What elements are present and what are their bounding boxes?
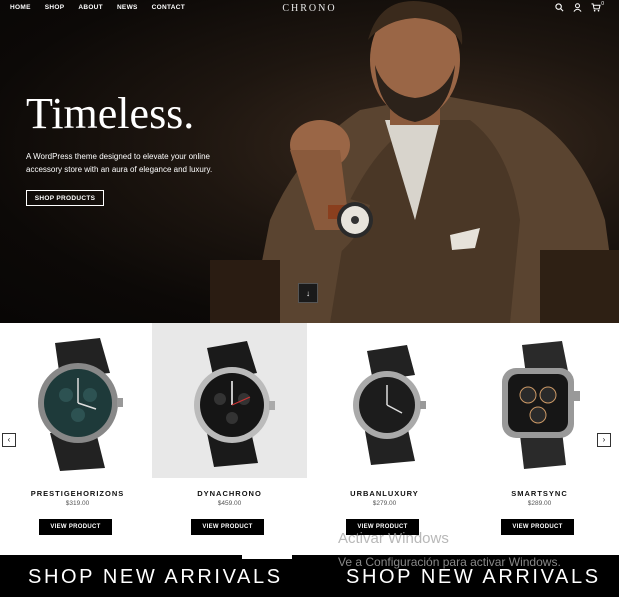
view-product-button[interactable]: VIEW PRODUCT bbox=[39, 519, 112, 535]
product-price: $459.00 bbox=[217, 500, 242, 507]
product-price: $289.00 bbox=[527, 500, 552, 507]
hero-headline: Timeless. bbox=[26, 89, 195, 138]
chevron-left-icon: ‹ bbox=[7, 435, 11, 444]
carousel-prev-button[interactable]: ‹ bbox=[2, 433, 16, 447]
product-price: $279.00 bbox=[372, 500, 397, 507]
account-icon[interactable] bbox=[573, 3, 582, 14]
windows-activation-title: Activar Windows bbox=[338, 530, 449, 547]
hero-model-image bbox=[210, 1, 619, 323]
product-name[interactable]: URBANLUXURY bbox=[307, 489, 462, 498]
product-price: $319.00 bbox=[65, 500, 90, 507]
cart-icon[interactable]: 0 bbox=[591, 1, 604, 14]
product-name[interactable]: PRESTIGEHORIZONS bbox=[0, 489, 155, 498]
shop-products-button[interactable]: SHOP PRODUCTS bbox=[26, 190, 104, 206]
arrow-down-icon: ↓ bbox=[306, 289, 310, 298]
carousel-next-button[interactable]: › bbox=[597, 433, 611, 447]
banner-text: SHOP NEW ARRIVALS bbox=[346, 566, 601, 588]
product-name[interactable]: SMARTSYNC bbox=[462, 489, 617, 498]
scroll-down-button[interactable]: ↓ bbox=[298, 283, 318, 303]
hero-tagline: A WordPress theme designed to elevate yo… bbox=[26, 152, 213, 174]
product-image bbox=[0, 323, 155, 478]
product-card: URBANLUXURY $279.00 VIEW PRODUCT bbox=[307, 323, 462, 555]
header-icons: 0 bbox=[555, 1, 604, 14]
product-card: SMARTSYNC $289.00 VIEW PRODUCT bbox=[462, 323, 617, 555]
product-card: PRESTIGEHORIZONS $319.00 VIEW PRODUCT bbox=[0, 323, 155, 555]
product-card: DYNACHRONO $459.00 VIEW PRODUCT bbox=[152, 323, 307, 555]
chevron-right-icon: › bbox=[602, 435, 606, 444]
view-product-button[interactable]: VIEW PRODUCT bbox=[501, 519, 574, 535]
product-name[interactable]: DYNACHRONO bbox=[152, 489, 307, 498]
windows-activation-subtitle: Ve a Configuración para activar Windows. bbox=[338, 555, 561, 569]
site-logo[interactable]: CHRONO bbox=[0, 3, 619, 14]
product-image bbox=[307, 323, 462, 478]
product-image bbox=[152, 323, 307, 478]
product-image bbox=[462, 323, 617, 478]
view-product-button[interactable]: VIEW PRODUCT bbox=[191, 519, 264, 535]
product-carousel: PRESTIGEHORIZONS $319.00 VIEW PRODUCT DY… bbox=[0, 323, 619, 555]
cart-count-badge: 0 bbox=[601, 1, 604, 7]
search-icon[interactable] bbox=[555, 3, 564, 14]
hero-section: HOME SHOP ABOUT NEWS CONTACT CHRONO 0 Ti… bbox=[0, 0, 619, 323]
banner-text: SHOP NEW ARRIVALS bbox=[28, 566, 283, 588]
banner-tab bbox=[242, 555, 292, 559]
